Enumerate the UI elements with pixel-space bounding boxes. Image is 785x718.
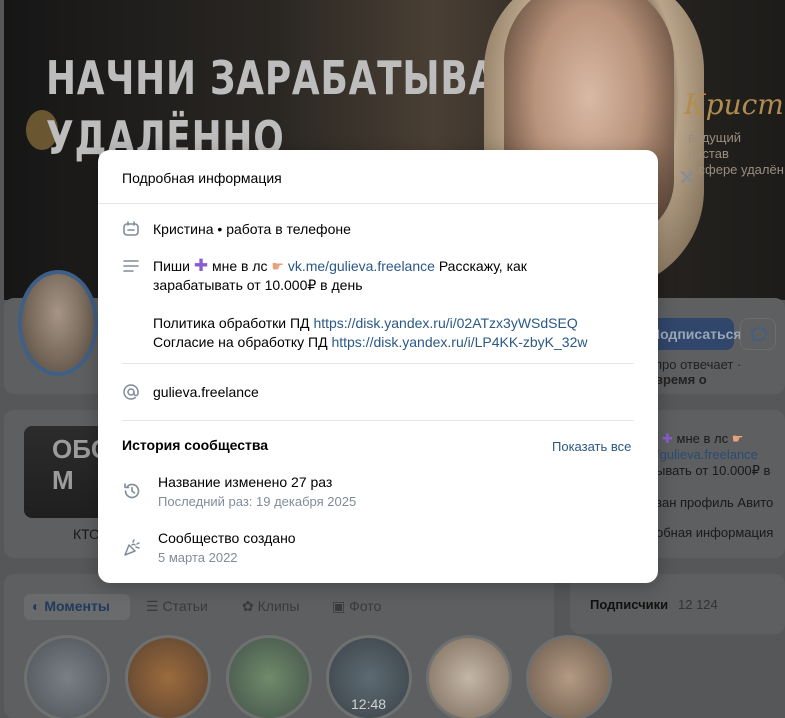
community-description: Пиши ✚ мне в лс ☛ vk.me/gulieva.freelanc… (153, 256, 588, 350)
details-modal: Подробная информация (98, 150, 658, 583)
photo-icon: ▣ (332, 598, 346, 614)
articles-icon: ☰ (146, 598, 159, 614)
at-sign-icon (123, 384, 139, 400)
show-all-link[interactable]: Показать все (552, 439, 631, 454)
moments-icon: ◐ (32, 598, 41, 614)
cover-script-name: Кристина (684, 88, 785, 121)
history-title: История сообщества (122, 437, 269, 453)
tab-moments[interactable]: ◐ Моменты (24, 594, 130, 620)
info-link[interactable]: /gulieva.freelance (656, 447, 758, 462)
vk-me-link[interactable]: vk.me/gulieva.freelance (288, 258, 435, 274)
modal-title: Подробная информация (122, 170, 282, 186)
cover-subtitle: ведущий настав в сфере удалён (688, 130, 784, 177)
history-item-title: Название изменено 27 раз (158, 474, 333, 490)
history-item-subtitle: Последний раз: 19 декабря 2025 (158, 494, 357, 509)
info-line: зан профиль Авито (656, 495, 774, 510)
story-time: 12:48 (351, 696, 387, 712)
detailed-info-link[interactable]: обная информация (656, 525, 773, 540)
policy-link[interactable]: https://disk.yandex.ru/i/02ATzx3yWSdSEQ (313, 315, 577, 331)
info-line: ✚ мне в лс ☛ (662, 431, 744, 446)
story-thumbnail[interactable]: 12:48 (326, 635, 412, 718)
close-icon[interactable] (676, 166, 698, 188)
chat-icon (751, 327, 767, 343)
divider (122, 420, 634, 421)
clips-icon: ✿ (242, 598, 254, 614)
history-item-title: Сообщество создано (158, 530, 296, 546)
short-address[interactable]: gulieva.freelance (153, 383, 259, 402)
consent-link[interactable]: https://disk.yandex.ru/i/LP4KK-zbyK_32w (331, 334, 587, 350)
subscribers-count: 12 124 (678, 597, 718, 612)
about-caption: КТО (73, 526, 100, 542)
subscribers-label[interactable]: Подписчики (590, 597, 668, 612)
avatar[interactable] (18, 270, 98, 376)
modal-header: Подробная информация (98, 150, 658, 204)
info-line: ывать от 10.000₽ в (656, 463, 771, 478)
tab-clips[interactable]: ✿ Клипы (234, 594, 307, 620)
story-thumbnail[interactable] (226, 635, 312, 718)
story-thumbnail[interactable] (125, 635, 211, 718)
story-thumbnail[interactable] (426, 635, 512, 718)
pointing-hand-emoji-icon: ☛ (271, 258, 284, 274)
history-item-subtitle: 5 марта 2022 (158, 550, 238, 565)
community-status: Кристина • работа в телефоне (153, 221, 351, 237)
history-icon (124, 483, 140, 499)
message-button[interactable] (740, 318, 776, 350)
plus-emoji-icon: ✚ (193, 256, 209, 275)
party-popper-icon (124, 539, 140, 556)
tab-articles[interactable]: ☰ Статьи (138, 594, 216, 620)
description-icon (123, 260, 139, 272)
story-thumbnail[interactable] (24, 635, 110, 718)
tab-photos[interactable]: ▣ Фото (324, 594, 389, 620)
reply-time-text: про отвечает · время о (655, 357, 742, 387)
status-icon (123, 221, 139, 236)
divider (122, 363, 634, 364)
story-thumbnail[interactable] (526, 635, 612, 718)
